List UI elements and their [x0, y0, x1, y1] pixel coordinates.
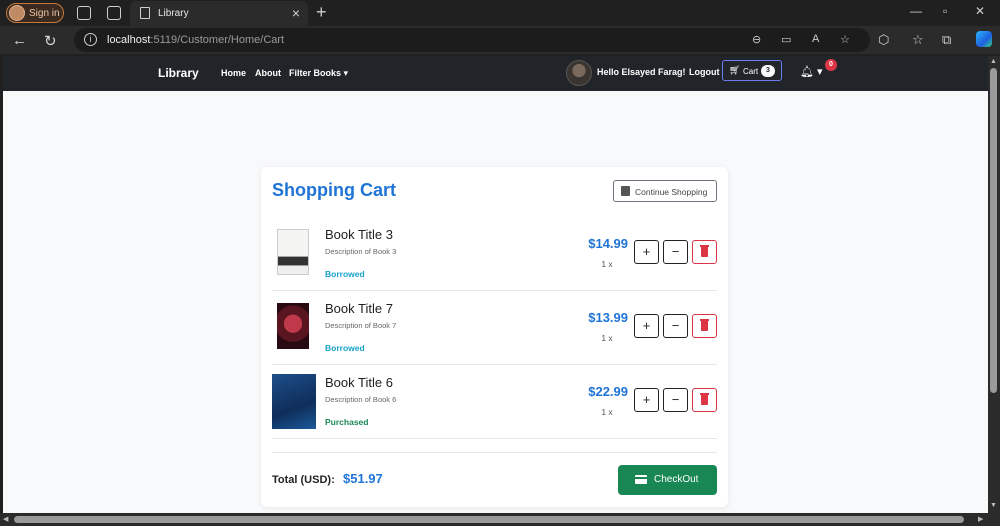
trash-icon: [700, 245, 709, 257]
copilot-icon[interactable]: [976, 31, 992, 47]
user-avatar: [566, 60, 592, 86]
horizontal-scrollbar[interactable]: ◀ ▶: [0, 513, 1000, 526]
book-description: Description of Book 3: [325, 247, 397, 256]
caret-down-icon: ▾: [343, 68, 349, 78]
book-status: Borrowed: [325, 343, 365, 353]
refresh-icon[interactable]: ↻: [44, 32, 57, 50]
cart-button[interactable]: 🛒︎ Cart 3: [722, 60, 782, 81]
cart-label: Cart: [743, 67, 759, 76]
nav-filter-books[interactable]: Filter Books ▾: [289, 68, 348, 79]
total-label: Total (USD):: [272, 474, 335, 486]
checkout-button[interactable]: CheckOut: [618, 465, 717, 495]
page-icon: [140, 7, 150, 19]
scroll-down-icon[interactable]: ▼: [990, 502, 997, 509]
zoom-icon[interactable]: ⊖: [752, 33, 761, 46]
url-bar[interactable]: i localhost:5119/Customer/Home/Cart ⊖ ▭ …: [74, 28, 870, 52]
favorite-star-icon[interactable]: ☆: [840, 33, 850, 46]
item-price: $13.99: [588, 310, 628, 325]
nav-home[interactable]: Home: [221, 68, 246, 78]
book-cover-image: [272, 374, 316, 429]
minimize-icon[interactable]: —: [910, 4, 922, 18]
page-title: Shopping Cart: [272, 180, 396, 200]
scrollbar-thumb[interactable]: [14, 516, 964, 523]
address-toolbar: ← ↻ i localhost:5119/Customer/Home/Cart …: [0, 26, 1000, 54]
item-quantity: 1 x: [601, 259, 613, 269]
trash-icon: [700, 393, 709, 405]
remove-item-button[interactable]: [692, 388, 717, 412]
decrease-quantity-button[interactable]: −: [663, 388, 688, 412]
tab-library[interactable]: Library ×: [130, 1, 308, 26]
credit-card-icon: [635, 475, 647, 484]
favorites-icon[interactable]: ☆: [912, 32, 924, 48]
workspaces-icon[interactable]: [77, 6, 91, 20]
checkout-label: CheckOut: [654, 474, 699, 485]
book-status: Purchased: [325, 417, 369, 427]
divider: [272, 452, 717, 453]
book-status: Borrowed: [325, 269, 365, 279]
book-title: Book Title 3: [325, 227, 393, 242]
item-quantity: 1 x: [601, 333, 613, 343]
trash-icon: [700, 319, 709, 331]
remove-item-button[interactable]: [692, 240, 717, 264]
url-host: localhost: [107, 34, 151, 46]
total-value: $51.97: [343, 471, 383, 486]
cart-item: Book Title 7 Description of Book 7 Borro…: [272, 291, 717, 365]
nav-filter-books-label: Filter Books: [289, 68, 342, 78]
increase-quantity-button[interactable]: +: [634, 388, 659, 412]
back-icon[interactable]: ←: [12, 32, 27, 49]
extensions-icon[interactable]: ⬡: [878, 32, 889, 48]
book-description: Description of Book 7: [325, 321, 397, 330]
book-title: Book Title 7: [325, 301, 393, 316]
continue-shopping-label: Continue Shopping: [635, 187, 708, 197]
continue-shopping-button[interactable]: Continue Shopping: [613, 180, 717, 202]
increase-quantity-button[interactable]: +: [634, 240, 659, 264]
close-window-icon[interactable]: ✕: [975, 4, 985, 18]
decrease-quantity-button[interactable]: −: [663, 240, 688, 264]
notifications-badge: 0: [825, 59, 837, 71]
item-price: $14.99: [588, 236, 628, 251]
signin-label: Sign in: [29, 7, 60, 19]
cart-icon: 🛒︎: [729, 65, 741, 75]
increase-quantity-button[interactable]: +: [634, 314, 659, 338]
greeting-text: Hello Elsayed Farag!: [597, 67, 686, 77]
read-aloud-icon[interactable]: A: [812, 33, 819, 45]
brand-link[interactable]: Library: [158, 66, 199, 80]
scroll-right-icon[interactable]: ▶: [978, 515, 983, 523]
reader-mode-icon[interactable]: ▭: [781, 33, 791, 46]
cart-count-badge: 3: [761, 65, 775, 77]
vertical-scrollbar[interactable]: ▲ ▼: [988, 56, 1000, 513]
book-description: Description of Book 6: [325, 395, 397, 404]
scroll-up-icon[interactable]: ▲: [990, 58, 997, 65]
site-navbar: Library Home About Filter Books ▾ Hello …: [3, 56, 988, 91]
url-path: :5119/Customer/Home/Cart: [150, 34, 285, 46]
profile-avatar: [9, 5, 25, 21]
close-tab-icon[interactable]: ×: [292, 5, 300, 21]
cart-item: Book Title 3 Description of Book 3 Borro…: [272, 217, 717, 291]
cart-item: Book Title 6 Description of Book 6 Purch…: [272, 365, 717, 439]
browser-tab-bar: Sign in Library × + — ▫ ✕: [0, 0, 1000, 26]
cart-card: Shopping Cart Continue Shopping Book Tit…: [261, 167, 728, 507]
nav-about[interactable]: About: [255, 68, 281, 78]
item-price: $22.99: [588, 384, 628, 399]
decrease-quantity-button[interactable]: −: [663, 314, 688, 338]
url-text[interactable]: localhost:5119/Customer/Home/Cart: [107, 34, 284, 46]
book-cover-image: [277, 229, 309, 275]
scroll-left-icon[interactable]: ◀: [3, 515, 8, 523]
site-info-icon[interactable]: i: [84, 33, 97, 46]
tab-title: Library: [158, 8, 189, 19]
book-cover-image: [277, 303, 309, 349]
maximize-icon[interactable]: ▫: [943, 4, 947, 18]
remove-item-button[interactable]: [692, 314, 717, 338]
tab-actions-icon[interactable]: [107, 6, 121, 20]
scrollbar-thumb[interactable]: [990, 68, 997, 393]
web-page: Library Home About Filter Books ▾ Hello …: [3, 56, 988, 513]
shopping-bag-icon: [621, 186, 630, 196]
collections-icon[interactable]: ⧉: [942, 32, 951, 48]
new-tab-icon[interactable]: +: [316, 2, 327, 23]
signin-button[interactable]: Sign in: [6, 3, 64, 23]
item-quantity: 1 x: [601, 407, 613, 417]
logout-link[interactable]: Logout: [689, 67, 720, 77]
notifications-bell-icon[interactable]: 🔔︎ ▾: [800, 65, 823, 78]
book-title: Book Title 6: [325, 375, 393, 390]
